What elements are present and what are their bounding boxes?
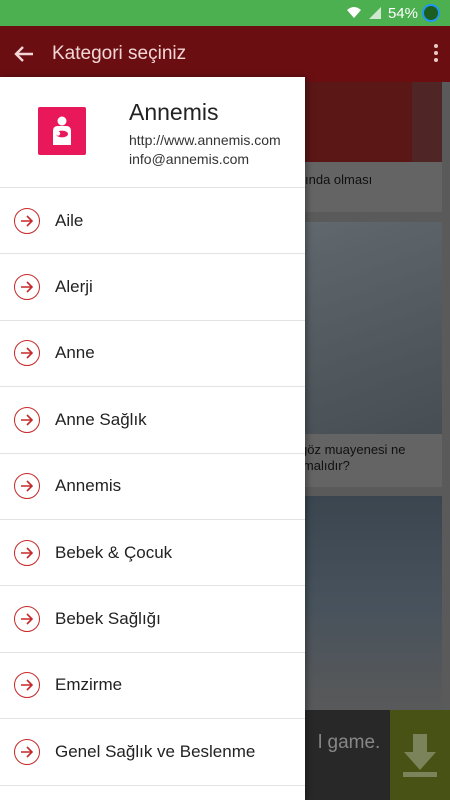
- battery-percent: 54%: [387, 4, 418, 22]
- drawer-item-label: Bebek & Çocuk: [55, 542, 173, 562]
- drawer-item-alerji[interactable]: Alerji: [0, 254, 305, 321]
- drawer-item-annemis[interactable]: Annemis: [0, 454, 305, 520]
- app-bar-title: Kategori seçiniz: [52, 43, 187, 64]
- arrow-right-circle-icon: [14, 340, 40, 367]
- drawer-item-label: Bebek Sağlığı: [55, 609, 161, 629]
- drawer-item-label: Genel Sağlık ve Beslenme: [55, 741, 256, 761]
- brand-name: Annemis: [129, 99, 219, 125]
- brand-email[interactable]: info@annemis.com: [129, 151, 249, 167]
- brand-url[interactable]: http://www.annemis.com: [129, 132, 281, 148]
- arrow-right-circle-icon: [14, 406, 40, 433]
- drawer-item-label: Annemis: [55, 476, 122, 496]
- arrow-right-circle-icon: [14, 606, 40, 633]
- drawer-item-label: Emzirme: [55, 675, 123, 695]
- drawer-item-anne[interactable]: Anne: [0, 321, 305, 388]
- drawer-item-label: Anne: [55, 343, 95, 363]
- drawer-item-bebek-cocuk[interactable]: Bebek & Çocuk: [0, 520, 305, 587]
- drawer-item-label: Aile: [55, 210, 84, 230]
- app-bar: Kategori seçiniz: [0, 26, 450, 82]
- drawer-header: Annemis http://www.annemis.com info@anne…: [0, 77, 305, 188]
- mother-baby-icon: [53, 116, 71, 145]
- status-bar: 54%: [0, 0, 450, 26]
- drawer-item-bebek-sagligi[interactable]: Bebek Sağlığı: [0, 586, 305, 653]
- arrow-right-circle-icon: [14, 738, 40, 765]
- arrow-right-circle-icon: [14, 539, 40, 566]
- battery-icon: [422, 4, 440, 22]
- drawer-item-label: Alerji: [55, 277, 93, 297]
- arrow-right-circle-icon: [14, 672, 40, 699]
- navigation-drawer: Annemis http://www.annemis.com info@anne…: [0, 77, 305, 800]
- drawer-item-emzirme[interactable]: Emzirme: [0, 653, 305, 720]
- arrow-right-circle-icon: [14, 207, 40, 234]
- drawer-item-anne-saglik[interactable]: Anne Sağlık: [0, 387, 305, 454]
- arrow-right-circle-icon: [14, 274, 40, 301]
- drawer-item-aile[interactable]: Aile: [0, 188, 305, 255]
- drawer-item-genel-saglik[interactable]: Genel Sağlık ve Beslenme: [0, 719, 305, 786]
- wifi-icon: [346, 6, 362, 20]
- more-options-icon[interactable]: [434, 44, 438, 65]
- drawer-item-label: Anne Sağlık: [55, 409, 147, 429]
- arrow-right-circle-icon: [14, 473, 40, 500]
- back-arrow-icon[interactable]: [0, 26, 48, 82]
- app-logo: [38, 107, 86, 155]
- signal-icon: [368, 6, 382, 20]
